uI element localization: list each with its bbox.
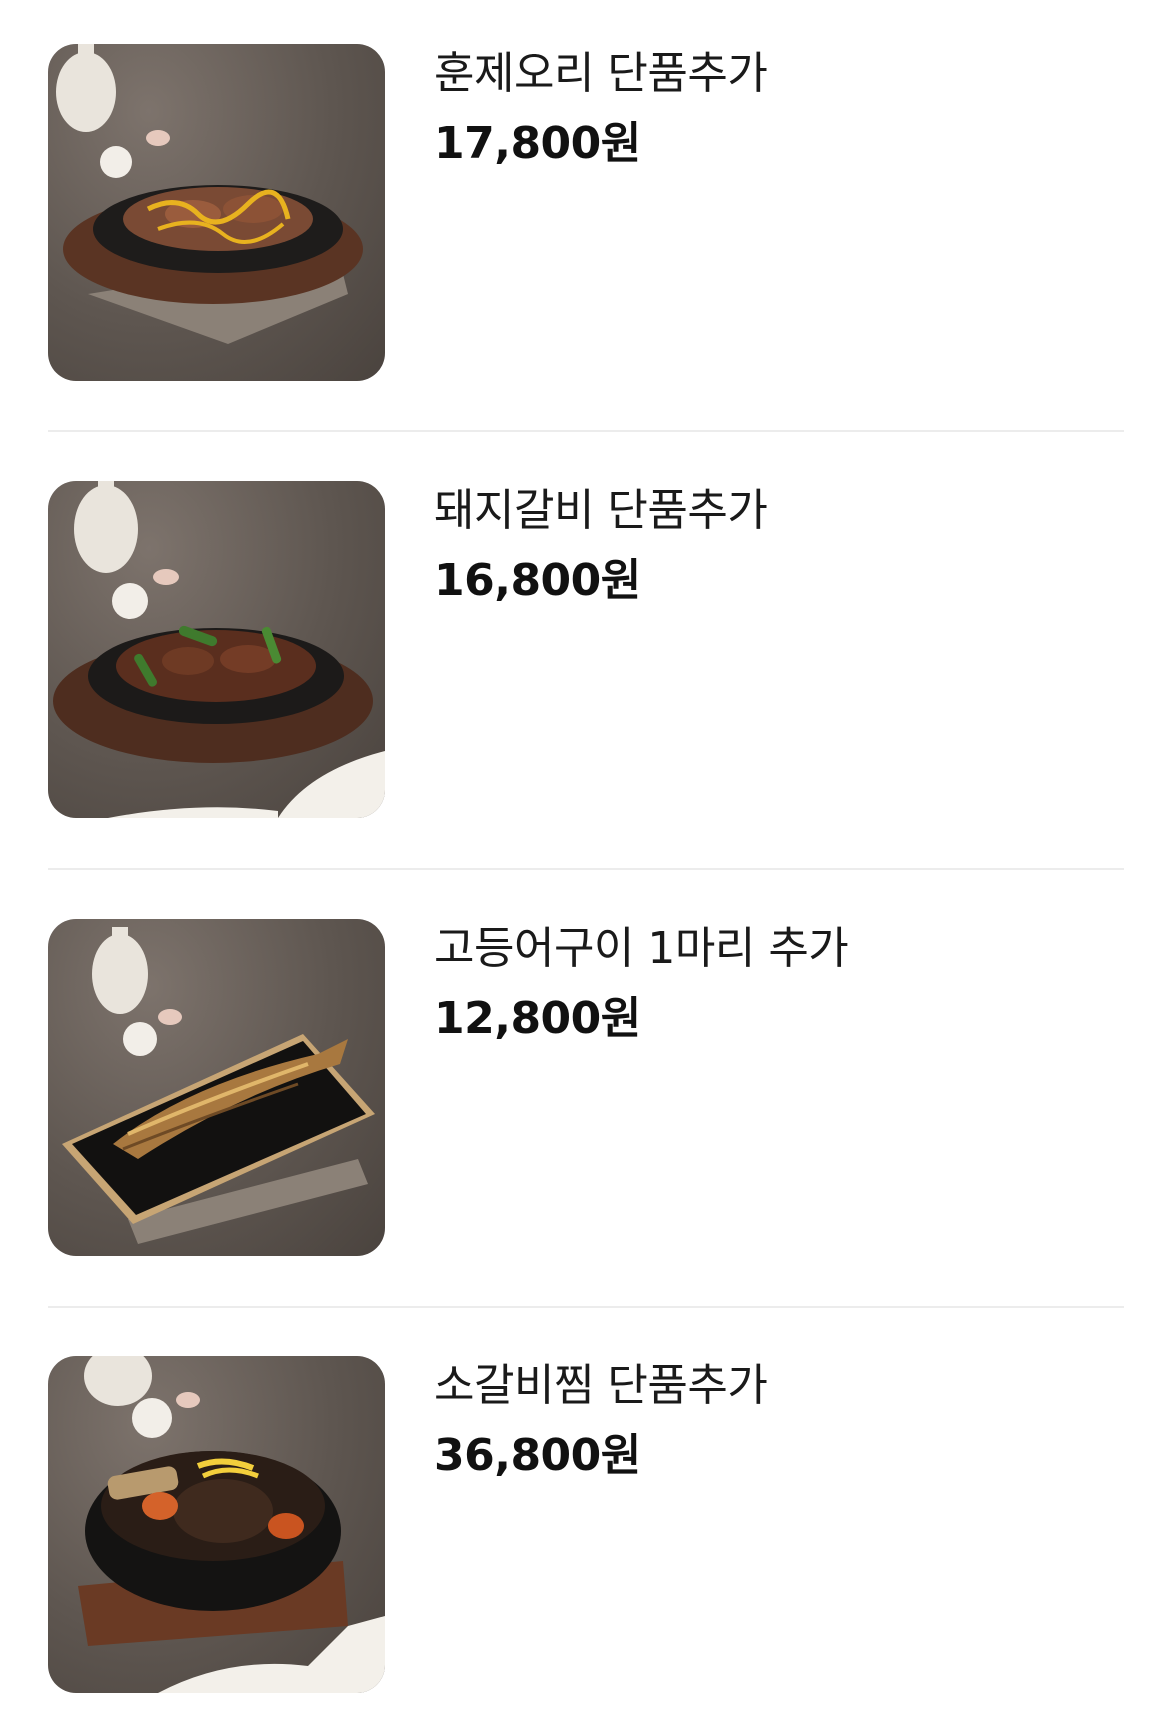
menu-item-smoked-duck[interactable]: 훈제오리 단품추가 17,800원 (48, 44, 1124, 384)
divider (48, 1306, 1124, 1308)
grilled-mackerel-photo-icon (62, 927, 375, 1244)
menu-item-grilled-mackerel[interactable]: 고등어구이 1마리 추가 12,800원 (48, 919, 1124, 1259)
menu-item-price: 12,800원 (434, 993, 641, 1044)
menu-item-name: 소갈비찜 단품추가 (434, 1360, 768, 1411)
divider (48, 430, 1124, 432)
menu-item-braised-beef-ribs[interactable]: 소갈비찜 단품추가 36,800원 (48, 1356, 1124, 1696)
food-photo (48, 481, 385, 818)
braised-beef-ribs-photo-icon (78, 1356, 385, 1693)
food-photo (48, 44, 385, 381)
food-photo (48, 1356, 385, 1693)
menu-item-price: 16,800원 (434, 555, 641, 606)
menu-item-name: 고등어구이 1마리 추가 (434, 923, 849, 974)
menu-item-price: 36,800원 (434, 1430, 641, 1481)
menu-item-pork-galbi[interactable]: 돼지갈비 단품추가 16,800원 (48, 481, 1124, 821)
menu-item-name: 훈제오리 단품추가 (434, 48, 768, 99)
divider (48, 868, 1124, 870)
food-photo (48, 919, 385, 1256)
smoked-duck-photo-icon (56, 44, 363, 344)
menu-item-price: 17,800원 (434, 118, 641, 169)
menu-item-name: 돼지갈비 단품추가 (434, 485, 768, 536)
pork-galbi-photo-icon (53, 481, 385, 818)
